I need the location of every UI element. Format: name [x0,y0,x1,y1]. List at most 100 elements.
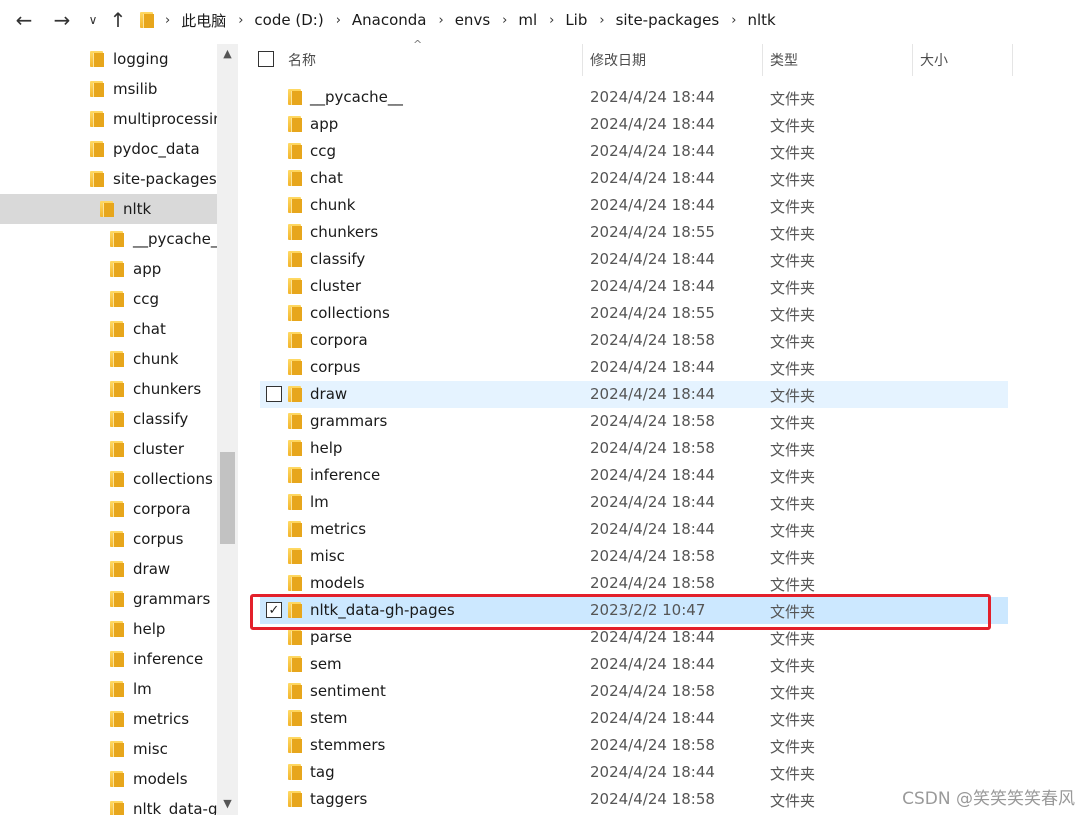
file-date: 2024/4/24 18:44 [590,142,715,160]
breadcrumb-segment[interactable]: envs [455,11,490,29]
nav-tree-item[interactable]: corpus [0,524,217,554]
column-type[interactable]: 类型 [770,44,798,76]
file-row[interactable]: collections 2024/4/24 18:55 文件夹 [260,300,1008,327]
nav-tree-item[interactable]: logging [0,44,217,74]
file-row[interactable]: grammars 2024/4/24 18:58 文件夹 [260,408,1008,435]
file-row[interactable]: sem 2024/4/24 18:44 文件夹 [260,651,1008,678]
file-row[interactable]: stemmers 2024/4/24 18:58 文件夹 [260,732,1008,759]
nav-tree-item[interactable]: inference [0,644,217,674]
file-row[interactable]: models 2024/4/24 18:58 文件夹 [260,570,1008,597]
folder-icon [110,681,124,697]
file-row[interactable]: draw 2024/4/24 18:44 文件夹 [260,381,1008,408]
nav-tree-item[interactable]: grammars [0,584,217,614]
file-row[interactable]: taggers 2024/4/24 18:58 文件夹 [260,786,1008,813]
nav-tree-label: chat [133,320,166,338]
file-row[interactable]: misc 2024/4/24 18:58 文件夹 [260,543,1008,570]
folder-icon [288,575,302,591]
nav-tree-item[interactable]: ccg [0,284,217,314]
nav-tree-item[interactable]: misc [0,734,217,764]
breadcrumb-segment[interactable]: 此电脑 [181,10,226,31]
breadcrumb-separator-icon[interactable]: › [731,13,736,28]
folder-icon [288,116,302,132]
scroll-down-icon[interactable]: ▼ [217,794,238,814]
breadcrumb-segment[interactable]: nltk [747,11,775,29]
nav-tree-item[interactable]: collections [0,464,217,494]
file-row[interactable]: inference 2024/4/24 18:44 文件夹 [260,462,1008,489]
file-row[interactable]: corpus 2024/4/24 18:44 文件夹 [260,354,1008,381]
breadcrumb-segment[interactable]: Anaconda [352,11,427,29]
scroll-up-icon[interactable]: ▲ [217,44,238,64]
nav-tree-label: logging [113,50,169,68]
file-row[interactable]: sentiment 2024/4/24 18:58 文件夹 [260,678,1008,705]
nav-tree-item[interactable]: msilib [0,74,217,104]
breadcrumb-separator-icon[interactable]: › [165,13,170,28]
file-row[interactable]: classify 2024/4/24 18:44 文件夹 [260,246,1008,273]
file-row[interactable]: stem 2024/4/24 18:44 文件夹 [260,705,1008,732]
nav-tree-item[interactable]: __pycache__ [0,224,217,254]
breadcrumb-separator-icon[interactable]: › [336,13,341,28]
file-date: 2024/4/24 18:44 [590,763,715,781]
nav-tree-item[interactable]: cluster [0,434,217,464]
nav-tree-item[interactable]: nltk [0,194,217,224]
file-row[interactable]: help 2024/4/24 18:58 文件夹 [260,435,1008,462]
select-all-checkbox[interactable] [258,51,274,67]
folder-icon [90,171,104,187]
nav-tree-item[interactable]: multiprocessing [0,104,217,134]
forward-arrow-icon[interactable]: → [48,6,76,34]
up-arrow-icon[interactable]: ↑ [106,6,130,34]
column-size[interactable]: 大小 [920,44,948,76]
breadcrumb-separator-icon[interactable]: › [502,13,507,28]
nav-tree-item[interactable]: lm [0,674,217,704]
chevron-down-icon[interactable]: ∨ [84,6,102,34]
nav-tree-item[interactable]: help [0,614,217,644]
scrollbar-thumb[interactable] [220,452,235,544]
breadcrumb-segment[interactable]: code (D:) [254,11,323,29]
back-arrow-icon[interactable]: ← [10,6,38,34]
breadcrumb-separator-icon[interactable]: › [599,13,604,28]
column-name[interactable]: 名称 [288,44,316,76]
file-row[interactable]: tag 2024/4/24 18:44 文件夹 [260,759,1008,786]
nav-tree-item[interactable]: chunkers [0,374,217,404]
nav-tree-item[interactable]: models [0,764,217,794]
nav-tree-item[interactable]: metrics [0,704,217,734]
address-bar[interactable]: › 此电脑 › code (D:) › Anaconda › envs › ml › Lib › site… [132,4,1089,36]
nav-tree-label: metrics [133,710,190,728]
folder-icon [90,141,104,157]
file-row[interactable]: chunkers 2024/4/24 18:55 文件夹 [260,219,1008,246]
file-row[interactable]: app 2024/4/24 18:44 文件夹 [260,111,1008,138]
breadcrumb-separator-icon[interactable]: › [238,13,243,28]
file-row[interactable]: ccg 2024/4/24 18:44 文件夹 [260,138,1008,165]
file-row[interactable]: __pycache__ 2024/4/24 18:44 文件夹 [260,84,1008,111]
folder-icon [288,332,302,348]
file-name: stemmers [310,736,386,754]
breadcrumb-segment[interactable]: ml [518,11,537,29]
nav-tree-item[interactable]: chat [0,314,217,344]
column-date[interactable]: 修改日期 [590,44,646,76]
breadcrumb-segment[interactable]: site-packages [616,11,720,29]
file-row[interactable]: cluster 2024/4/24 18:44 文件夹 [260,273,1008,300]
breadcrumb-separator-icon[interactable]: › [439,13,444,28]
folder-icon [288,143,302,159]
breadcrumb-separator-icon[interactable]: › [549,13,554,28]
nav-tree-item[interactable]: nltk_data-gh-pages [0,794,217,815]
file-row[interactable]: lm 2024/4/24 18:44 文件夹 [260,489,1008,516]
nav-tree-item[interactable]: pydoc_data [0,134,217,164]
nav-tree-item[interactable]: site-packages [0,164,217,194]
folder-icon [288,89,302,105]
nav-tree-label: corpus [133,530,184,548]
file-row[interactable]: metrics 2024/4/24 18:44 文件夹 [260,516,1008,543]
file-date: 2024/4/24 18:44 [590,88,715,106]
nav-tree-label: models [133,770,188,788]
row-checkbox[interactable] [266,386,282,402]
breadcrumb-segment[interactable]: Lib [565,11,587,29]
file-row[interactable]: corpora 2024/4/24 18:58 文件夹 [260,327,1008,354]
file-row[interactable]: chunk 2024/4/24 18:44 文件夹 [260,192,1008,219]
nav-tree-item[interactable]: chunk [0,344,217,374]
file-row[interactable]: chat 2024/4/24 18:44 文件夹 [260,165,1008,192]
nav-tree-item[interactable]: draw [0,554,217,584]
nav-tree-item[interactable]: app [0,254,217,284]
nav-tree-item[interactable]: classify [0,404,217,434]
nav-scrollbar[interactable]: ▲ ▼ [217,44,238,815]
folder-icon [90,51,104,67]
nav-tree-item[interactable]: corpora [0,494,217,524]
